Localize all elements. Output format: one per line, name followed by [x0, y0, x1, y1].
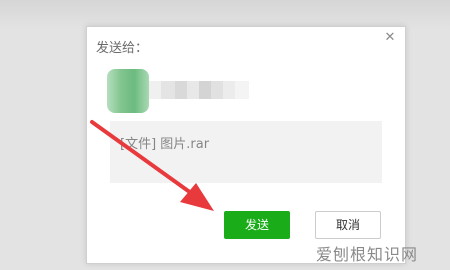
recipient: [107, 69, 249, 113]
close-icon[interactable]: ✕: [383, 31, 397, 45]
cancel-button[interactable]: 取消: [315, 211, 381, 239]
send-to-dialog: 发送给： ✕ [文件] 图片.rar 发送 取消: [86, 26, 406, 264]
recipient-name-blurred: [149, 81, 249, 99]
send-button[interactable]: 发送: [224, 211, 290, 239]
recipient-avatar: [107, 69, 149, 113]
file-message-text: [文件] 图片.rar: [120, 137, 210, 152]
watermark: 爱刨根知识网: [316, 245, 419, 264]
message-preview: [文件] 图片.rar: [110, 121, 382, 183]
dialog-title: 发送给：: [96, 41, 149, 56]
